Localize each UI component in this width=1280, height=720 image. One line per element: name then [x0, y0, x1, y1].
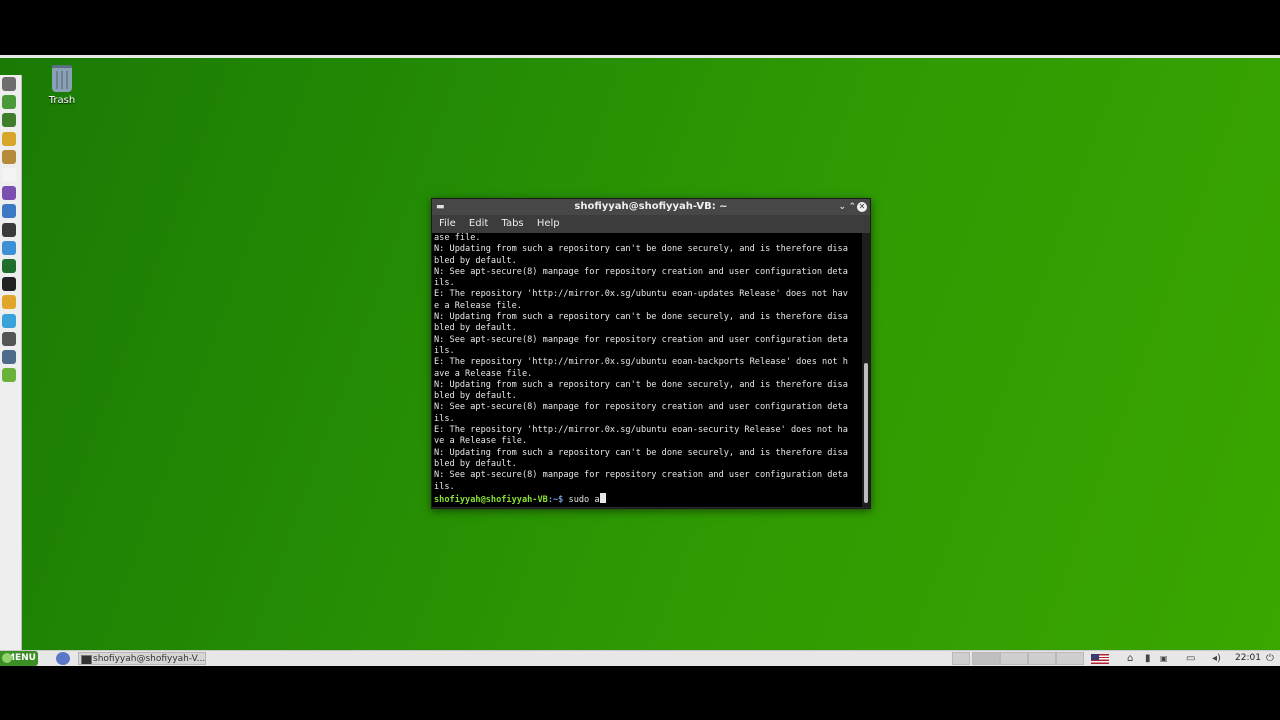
terminal-line: N: Updating from such a repository can't… [434, 312, 848, 323]
close-icon[interactable]: ✕ [857, 202, 867, 212]
terminal-output[interactable]: ase file. N: Updating from such a reposit… [432, 233, 862, 507]
prompt-user: shofiyyah@shofiyyah-VB [434, 494, 548, 505]
top-border [0, 55, 1280, 58]
left-dock [0, 75, 22, 650]
grid-icon[interactable] [2, 350, 16, 364]
calendar-icon[interactable]: ▣ [1160, 652, 1168, 665]
terminal-line: N: See apt-secure(8) manpage for reposit… [434, 470, 848, 481]
terminal-line: ils. [434, 481, 455, 492]
maximize-icon[interactable]: ⌃ [848, 199, 856, 215]
terminal-line: N: Updating from such a repository can't… [434, 244, 848, 255]
workspace-2[interactable] [1000, 652, 1028, 665]
app-icon[interactable] [2, 277, 16, 292]
workspace-3[interactable] [1028, 652, 1056, 665]
battery-icon[interactable] [2, 113, 16, 128]
menu-bar: File Edit Tabs Help [432, 215, 870, 233]
command-input[interactable]: sudo a [563, 495, 600, 505]
upload-icon[interactable] [2, 331, 16, 346]
terminal-window[interactable]: ▬ shofiyyah@shofiyyah-VB: ~ ⌄ ⌃ ✕ File E… [431, 198, 871, 509]
terminal-line: ve a Release file. [434, 436, 528, 447]
clock[interactable]: 22:01 [1235, 651, 1261, 666]
volume-icon[interactable]: ◂) [1212, 652, 1221, 665]
prompt-path: :~$ [547, 494, 564, 505]
battery-icon[interactable]: ▮ [1145, 652, 1151, 665]
taskbar-terminal[interactable]: shofiyyah@shofiyyah-V... [78, 652, 206, 665]
terminal-line: N: Updating from such a repository can't… [434, 447, 848, 458]
terminal-line: E: The repository 'http://mirror.0x.sg/u… [434, 357, 848, 368]
terminal-line: bled by default. [434, 458, 517, 469]
activity-icon[interactable] [2, 259, 16, 273]
text-cursor [599, 492, 606, 503]
files-icon[interactable] [2, 168, 16, 182]
bottom-panel: MENU shofiyyah@shofiyyah-V... ⌂ ▮ ▣ ▭ ◂)… [0, 650, 1280, 666]
notification-icon[interactable]: ⌂ [1127, 652, 1133, 665]
monitor-icon[interactable] [2, 222, 16, 237]
pencil-icon[interactable] [2, 295, 16, 310]
network-icon[interactable] [2, 95, 16, 110]
terminal-line: N: See apt-secure(8) manpage for reposit… [434, 266, 848, 277]
scrollbar[interactable] [862, 233, 870, 507]
terminal-line: ase file. [434, 233, 481, 243]
terminal-line: e a Release file. [434, 300, 522, 311]
terminal-line: N: See apt-secure(8) manpage for reposit… [434, 402, 848, 413]
cd-icon[interactable] [2, 131, 16, 146]
display-icon[interactable]: ▭ [1186, 652, 1195, 665]
terminal-line: ave a Release file. [434, 368, 533, 379]
screenshot-icon[interactable] [2, 204, 16, 219]
workspace-4[interactable] [1056, 652, 1084, 665]
minimize-icon[interactable]: ⌄ [838, 199, 846, 215]
window-titlebar[interactable]: ▬ shofiyyah@shofiyyah-VB: ~ ⌄ ⌃ ✕ [432, 199, 870, 215]
leaf-icon[interactable] [2, 368, 16, 383]
terminal-line: E: The repository 'http://mirror.0x.sg/u… [434, 425, 848, 436]
terminal-line: bled by default. [434, 391, 517, 402]
keyboard-layout-flag-icon[interactable] [1091, 654, 1109, 664]
menu-file[interactable]: File [434, 215, 461, 233]
scrollbar-thumb[interactable] [864, 363, 868, 503]
power-icon[interactable]: ⏻ [1266, 652, 1274, 665]
terminal-line: ils. [434, 278, 455, 289]
prompt-line[interactable]: shofiyyah@shofiyyah-VB:~$ sudo a [432, 492, 862, 505]
trash-desktop-item[interactable]: Trash [44, 65, 80, 106]
terminal-icon[interactable] [2, 77, 16, 91]
telegram-icon[interactable] [2, 313, 16, 328]
terminal-line: bled by default. [434, 255, 517, 266]
menu-tabs[interactable]: Tabs [496, 215, 528, 233]
trash-icon[interactable] [52, 65, 72, 92]
terminal-line: ils. [434, 413, 455, 424]
trash-label: Trash [48, 95, 76, 106]
info-icon[interactable] [2, 240, 16, 255]
terminal-line: bled by default. [434, 323, 517, 334]
window-title: shofiyyah@shofiyyah-VB: ~ [574, 201, 728, 212]
menu-button[interactable]: MENU [0, 651, 38, 666]
photo-icon[interactable] [2, 149, 16, 164]
terminal-line: ils. [434, 345, 455, 356]
terminal-line: N: See apt-secure(8) manpage for reposit… [434, 334, 848, 345]
menu-help[interactable]: Help [532, 215, 565, 233]
menu-edit[interactable]: Edit [464, 215, 493, 233]
terminal-line: N: Updating from such a repository can't… [434, 379, 848, 390]
workspace-1[interactable] [972, 652, 1000, 665]
camera-icon[interactable] [2, 186, 16, 201]
show-desktop-icon[interactable] [952, 652, 970, 665]
terminal-line: E: The repository 'http://mirror.0x.sg/u… [434, 289, 848, 300]
browser-launcher-icon[interactable] [56, 652, 70, 665]
window-menu-icon[interactable]: ▬ [436, 199, 445, 215]
